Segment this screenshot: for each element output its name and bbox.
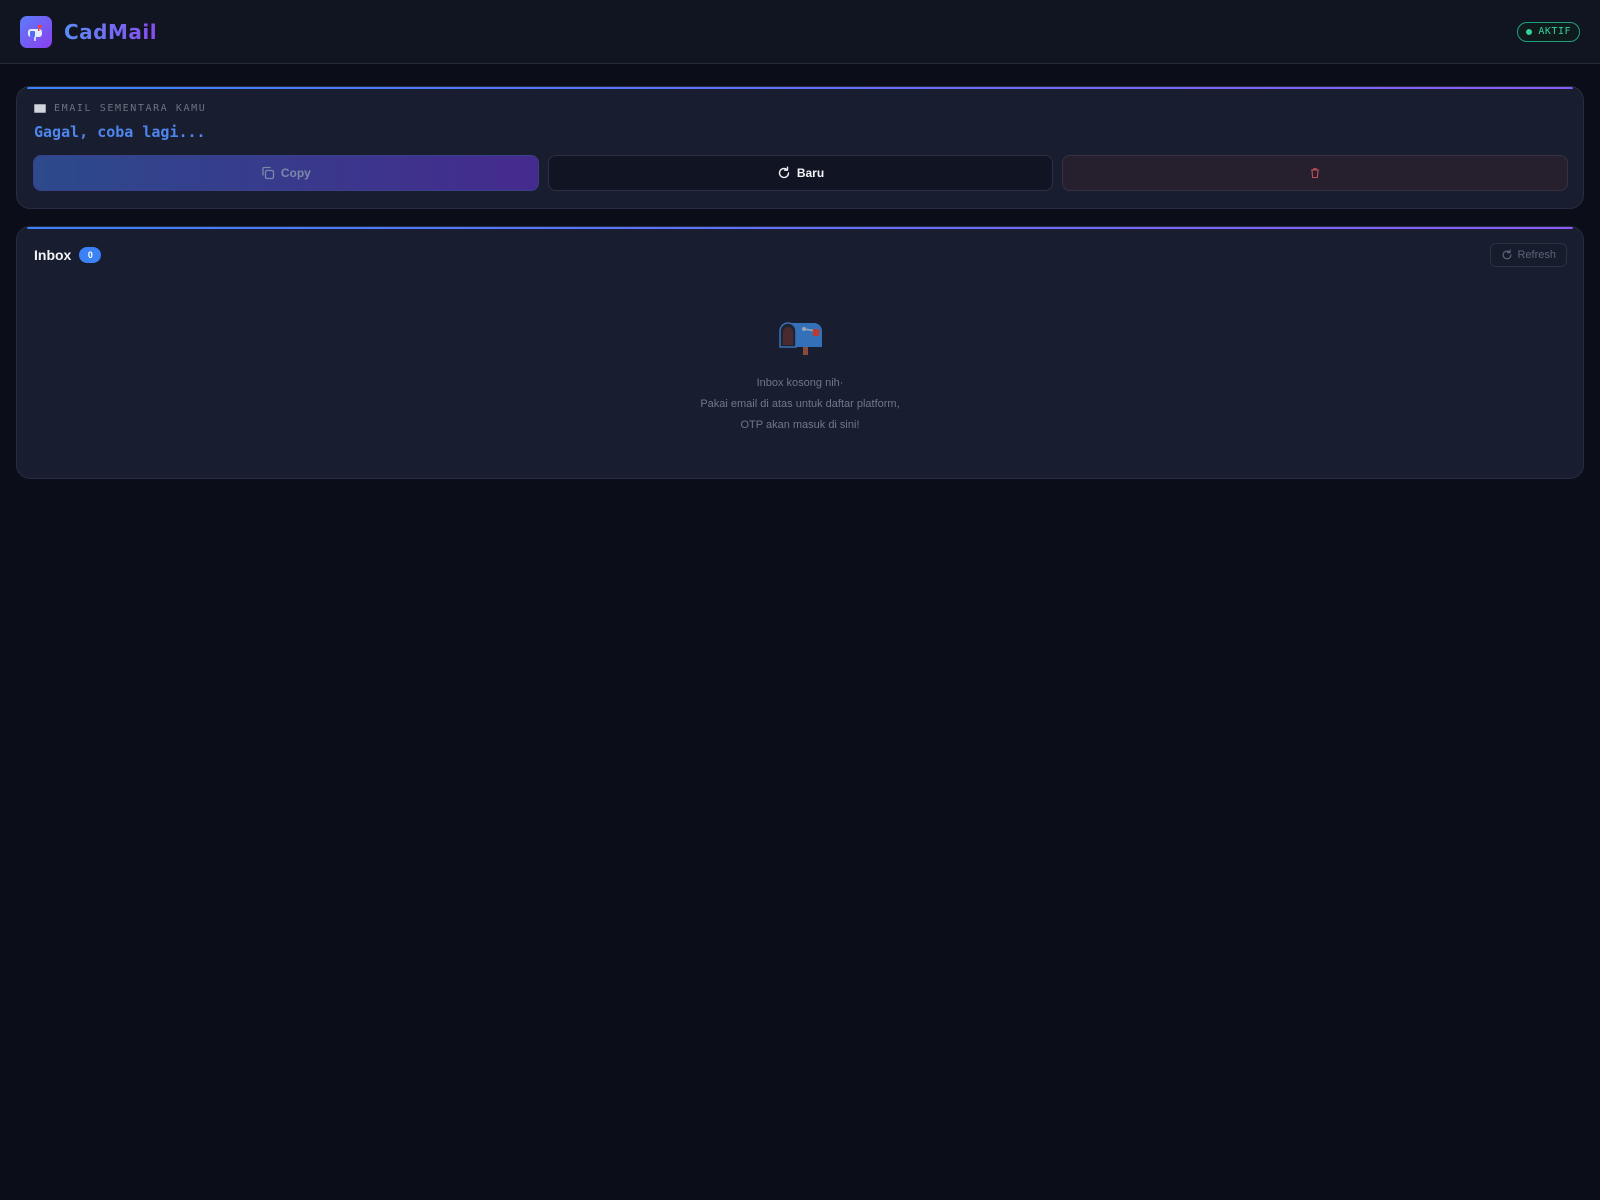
email-label-text: EMAIL SEMENTARA KAMU: [54, 103, 207, 114]
refresh-icon: [1503, 249, 1512, 260]
new-label: Baru: [796, 166, 825, 180]
open-mailbox-icon: [779, 322, 822, 355]
refresh-button[interactable]: Refresh: [1490, 243, 1567, 267]
brand[interactable]: CadMail: [20, 15, 158, 48]
envelope-icon: [34, 104, 46, 113]
status-dot-icon: [1526, 28, 1533, 35]
empty-line-2: Pakai email di atas untuk daftar platfor…: [700, 398, 900, 410]
status-badge: AKTIF: [1517, 21, 1580, 42]
inbox-card: Inbox 0 Refresh Inbox kosong nih· Pakai …: [16, 226, 1584, 479]
inbox-title: Inbox: [34, 247, 72, 263]
status-text: AKTIF: [1538, 26, 1571, 37]
trash-icon: [1311, 168, 1320, 179]
delete-button[interactable]: [1062, 155, 1569, 191]
app-name: CadMail: [64, 19, 158, 44]
email-card: EMAIL SEMENTARA KAMU Gagal, coba lagi...…: [16, 86, 1584, 209]
new-email-button[interactable]: Baru: [547, 155, 1054, 191]
inbox-header: Inbox 0: [34, 247, 102, 263]
top-bar: CadMail AKTIF: [0, 0, 1600, 64]
empty-state: Inbox kosong nih· Pakai email di atas un…: [17, 319, 1583, 436]
refresh-icon: [778, 166, 790, 179]
mailbox-icon: [20, 15, 52, 48]
email-label: EMAIL SEMENTARA KAMU: [34, 103, 206, 114]
refresh-label: Refresh: [1517, 249, 1556, 261]
email-address[interactable]: Gagal, coba lagi...: [34, 123, 206, 141]
copy-icon: [262, 166, 274, 180]
empty-line-3: OTP akan masuk di sini!: [740, 419, 860, 431]
email-actions: Copy Baru: [33, 155, 1569, 191]
inbox-count-badge: 0: [79, 247, 102, 263]
copy-label: Copy: [280, 166, 311, 180]
empty-line-1: Inbox kosong nih·: [756, 377, 844, 389]
copy-button[interactable]: Copy: [33, 155, 539, 191]
